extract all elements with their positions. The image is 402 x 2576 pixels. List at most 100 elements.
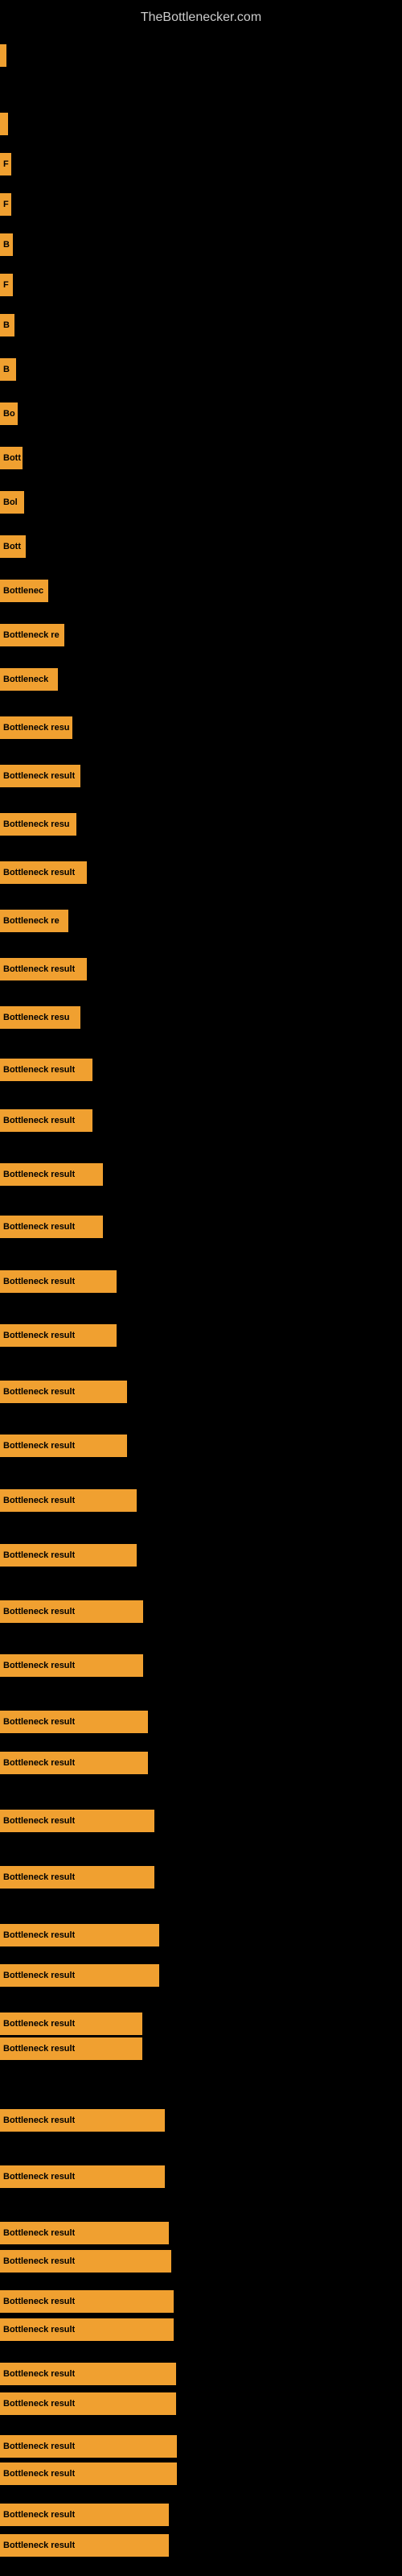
bar-label-51: Bottleneck result (3, 2469, 75, 2479)
bar-42: Bottleneck result (0, 2109, 165, 2132)
bar-row-8: Bo (0, 402, 18, 425)
bar-row-40: Bottleneck result (0, 2013, 142, 2035)
bar-label-31: Bottleneck result (3, 1550, 75, 1560)
bar-row-45: Bottleneck result (0, 2250, 171, 2273)
bar-label-45: Bottleneck result (3, 2256, 75, 2266)
bar-19: Bottleneck re (0, 910, 68, 932)
bar-label-35: Bottleneck result (3, 1758, 75, 1768)
bar-23: Bottleneck result (0, 1109, 92, 1132)
bar-row-41: Bottleneck result (0, 2037, 142, 2060)
bar-row-30: Bottleneck result (0, 1489, 137, 1512)
bar-label-32: Bottleneck result (3, 1607, 75, 1616)
bar-row-15: Bottleneck resu (0, 716, 72, 739)
bar-36: Bottleneck result (0, 1810, 154, 1832)
bar-row-46: Bottleneck result (0, 2290, 174, 2313)
bar-row-16: Bottleneck result (0, 765, 80, 787)
bar-label-20: Bottleneck result (3, 964, 75, 974)
bar-18: Bottleneck result (0, 861, 87, 884)
bar-label-38: Bottleneck result (3, 1930, 75, 1940)
bar-label-27: Bottleneck result (3, 1331, 75, 1340)
bar-row-32: Bottleneck result (0, 1600, 143, 1623)
bar-row-48: Bottleneck result (0, 2363, 176, 2385)
bar-row-28: Bottleneck result (0, 1381, 127, 1403)
bar-row-24: Bottleneck result (0, 1163, 103, 1186)
bar-row-29: Bottleneck result (0, 1435, 127, 1457)
bar-30: Bottleneck result (0, 1489, 137, 1512)
bar-label-21: Bottleneck resu (3, 1013, 70, 1022)
bar-label-13: Bottleneck re (3, 630, 59, 640)
bar-row-37: Bottleneck result (0, 1866, 154, 1889)
bar-label-8: Bo (3, 409, 15, 419)
bar-17: Bottleneck resu (0, 813, 76, 836)
bar-row-47: Bottleneck result (0, 2318, 174, 2341)
bar-row-26: Bottleneck result (0, 1270, 117, 1293)
bar-46: Bottleneck result (0, 2290, 174, 2313)
bar-2: F (0, 153, 11, 175)
bar-label-48: Bottleneck result (3, 2369, 75, 2379)
bar-row-49: Bottleneck result (0, 2392, 176, 2415)
bar-44: Bottleneck result (0, 2222, 169, 2244)
bar-label-43: Bottleneck result (3, 2172, 75, 2182)
bar-label-30: Bottleneck result (3, 1496, 75, 1505)
bar-5: F (0, 274, 13, 296)
bar-label-49: Bottleneck result (3, 2399, 75, 2409)
bar-row-10: Bol (0, 491, 24, 514)
bar-13: Bottleneck re (0, 624, 64, 646)
bar-row-18: Bottleneck result (0, 861, 87, 884)
bar-label-22: Bottleneck result (3, 1065, 75, 1075)
bar-12: Bottlenec (0, 580, 48, 602)
bar-15: Bottleneck resu (0, 716, 72, 739)
bar-row-35: Bottleneck result (0, 1752, 148, 1774)
bar-label-3: F (3, 200, 9, 209)
bar-label-33: Bottleneck result (3, 1661, 75, 1670)
bar-row-2: F (0, 153, 11, 175)
bar-14: Bottleneck (0, 668, 58, 691)
bar-41: Bottleneck result (0, 2037, 142, 2060)
bar-label-6: B (3, 320, 10, 330)
bar-label-16: Bottleneck result (3, 771, 75, 781)
bar-31: Bottleneck result (0, 1544, 137, 1567)
bar-row-39: Bottleneck result (0, 1964, 159, 1987)
bar-row-31: Bottleneck result (0, 1544, 137, 1567)
bar-35: Bottleneck result (0, 1752, 148, 1774)
bar-row-9: Bott (0, 447, 23, 469)
bar-row-0 (0, 44, 6, 67)
bar-row-11: Bott (0, 535, 26, 558)
bar-label-15: Bottleneck resu (3, 723, 70, 733)
bar-label-26: Bottleneck result (3, 1277, 75, 1286)
bar-24: Bottleneck result (0, 1163, 103, 1186)
bar-11: Bott (0, 535, 26, 558)
bar-47: Bottleneck result (0, 2318, 174, 2341)
bar-label-42: Bottleneck result (3, 2116, 75, 2125)
bar-37: Bottleneck result (0, 1866, 154, 1889)
bar-label-50: Bottleneck result (3, 2442, 75, 2451)
bar-label-9: Bott (3, 453, 21, 463)
bar-label-53: Bottleneck result (3, 2541, 75, 2550)
bar-row-22: Bottleneck result (0, 1059, 92, 1081)
bar-label-4: B (3, 240, 10, 250)
bar-label-40: Bottleneck result (3, 2019, 75, 2029)
bar-label-28: Bottleneck result (3, 1387, 75, 1397)
bar-row-7: B (0, 358, 16, 381)
bar-40: Bottleneck result (0, 2013, 142, 2035)
bar-16: Bottleneck result (0, 765, 80, 787)
bar-20: Bottleneck result (0, 958, 87, 980)
bar-38: Bottleneck result (0, 1924, 159, 1946)
bar-1 (0, 113, 8, 135)
bar-label-19: Bottleneck re (3, 916, 59, 926)
bar-43: Bottleneck result (0, 2165, 165, 2188)
bar-row-3: F (0, 193, 11, 216)
bar-row-36: Bottleneck result (0, 1810, 154, 1832)
bar-row-1 (0, 113, 8, 135)
bar-53: Bottleneck result (0, 2534, 169, 2557)
bar-row-38: Bottleneck result (0, 1924, 159, 1946)
bar-row-6: B (0, 314, 14, 336)
bar-row-23: Bottleneck result (0, 1109, 92, 1132)
bar-label-14: Bottleneck (3, 675, 48, 684)
bar-row-21: Bottleneck resu (0, 1006, 80, 1029)
bar-45: Bottleneck result (0, 2250, 171, 2273)
bar-8: Bo (0, 402, 18, 425)
bar-29: Bottleneck result (0, 1435, 127, 1457)
bar-label-44: Bottleneck result (3, 2228, 75, 2238)
bar-row-43: Bottleneck result (0, 2165, 165, 2188)
